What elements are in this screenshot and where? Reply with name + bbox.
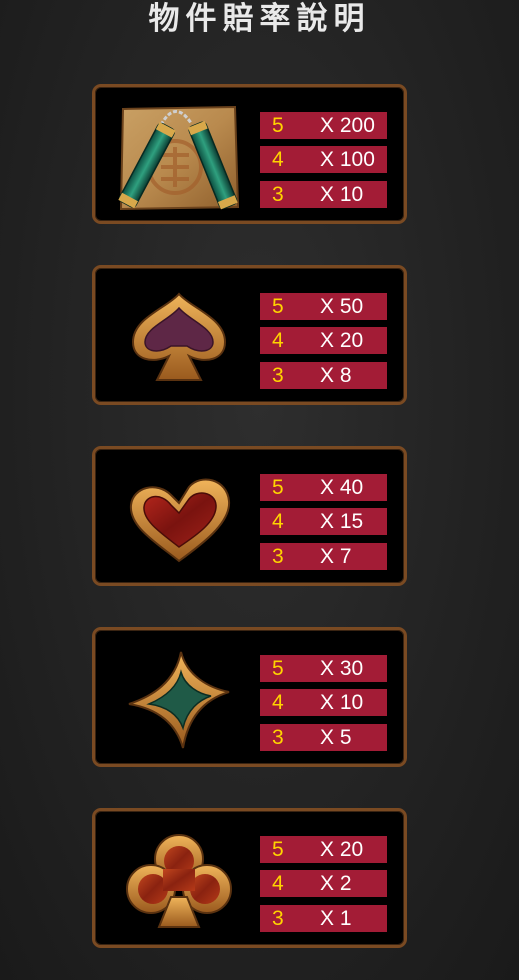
payout-row: 4 X 2	[260, 870, 387, 897]
payout-row: 3 X 10	[260, 181, 387, 208]
heart-icon	[117, 465, 241, 573]
payout-multiplier: X 1	[320, 907, 352, 930]
symbol-count: 4	[272, 691, 284, 714]
symbol-count: 3	[272, 545, 284, 568]
payout-multiplier: X 2	[320, 872, 352, 895]
symbol-count: 3	[272, 907, 284, 930]
payout-multiplier: X 7	[320, 545, 352, 568]
payout-multiplier: X 40	[320, 476, 364, 499]
symbol-count: 5	[272, 657, 284, 680]
symbol-count: 4	[272, 510, 284, 533]
payout-row: 5 X 200	[260, 112, 387, 139]
payout-row: 3 X 8	[260, 362, 387, 389]
payout-multiplier: X 50	[320, 295, 364, 318]
symbol-card-heart: 5 X 40 4 X 15 3 X 7	[92, 446, 407, 586]
payout-multiplier: X 5	[320, 726, 352, 749]
symbol-card-spade: 5 X 50 4 X 20 3 X 8	[92, 265, 407, 405]
payout-multiplier: X 15	[320, 510, 364, 533]
payout-multiplier: X 10	[320, 691, 364, 714]
payout-row: 4 X 100	[260, 146, 387, 173]
symbol-count: 3	[272, 364, 284, 387]
payout-row: 3 X 7	[260, 543, 387, 570]
payout-row: 5 X 50	[260, 293, 387, 320]
payout-multiplier: X 20	[320, 838, 364, 861]
spade-icon	[117, 284, 241, 392]
payout-row: 4 X 15	[260, 508, 387, 535]
payout-row: 3 X 5	[260, 724, 387, 751]
symbol-count: 3	[272, 183, 284, 206]
symbol-count: 4	[272, 148, 284, 171]
symbol-count: 5	[272, 295, 284, 318]
symbol-count: 5	[272, 114, 284, 137]
payout-multiplier: X 100	[320, 148, 375, 171]
payout-multiplier: X 20	[320, 329, 364, 352]
payout-row: 5 X 20	[260, 836, 387, 863]
payout-multiplier: X 200	[320, 114, 375, 137]
page-title: 物件賠率說明	[148, 1, 371, 37]
club-icon	[117, 827, 241, 935]
payout-multiplier: X 30	[320, 657, 364, 680]
payout-row: 4 X 20	[260, 327, 387, 354]
symbol-count: 4	[272, 329, 284, 352]
symbol-card-club: 5 X 20 4 X 2 3 X 1	[92, 808, 407, 948]
payout-row: 5 X 30	[260, 655, 387, 682]
symbol-card-diamond: 5 X 30 4 X 10 3 X 5	[92, 627, 407, 767]
symbol-count: 4	[272, 872, 284, 895]
nunchaku-icon	[117, 103, 241, 211]
symbol-card-nunchaku: 5 X 200 4 X 100 3 X 10	[92, 84, 407, 224]
payout-multiplier: X 8	[320, 364, 352, 387]
symbol-count: 5	[272, 838, 284, 861]
payout-row: 3 X 1	[260, 905, 387, 932]
symbol-count: 5	[272, 476, 284, 499]
payout-row: 4 X 10	[260, 689, 387, 716]
payout-multiplier: X 10	[320, 183, 364, 206]
payout-row: 5 X 40	[260, 474, 387, 501]
symbol-count: 3	[272, 726, 284, 749]
diamond-icon	[117, 646, 241, 754]
